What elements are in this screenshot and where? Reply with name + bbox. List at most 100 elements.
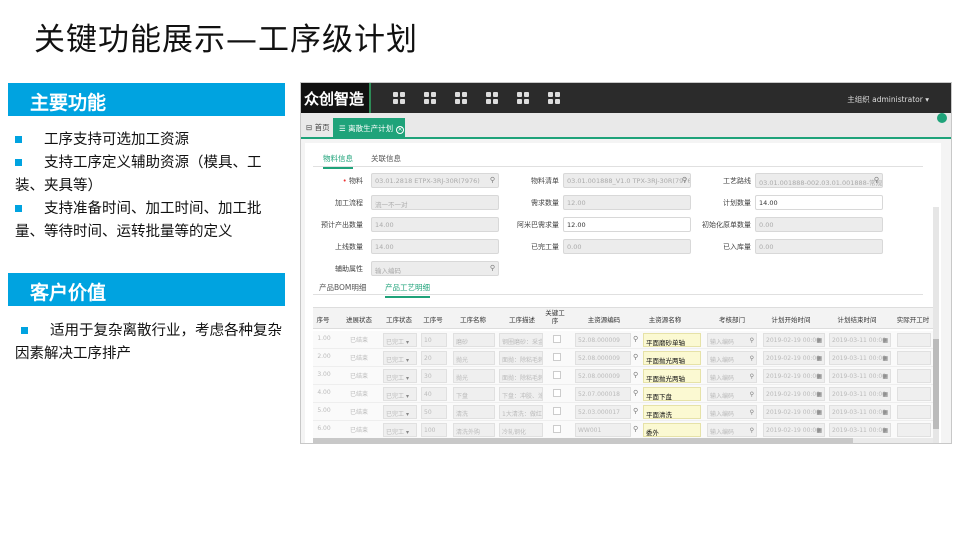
- resource-name-cell[interactable]: 平面下盘: [643, 387, 701, 401]
- tab-material-info[interactable]: 物料信息: [323, 153, 353, 169]
- module-grid-icon[interactable]: [486, 92, 498, 104]
- search-icon[interactable]: ⚲: [633, 425, 638, 433]
- calendar-icon[interactable]: ▦: [816, 427, 822, 434]
- search-icon[interactable]: ⚲: [682, 176, 687, 184]
- search-icon[interactable]: ⚲: [490, 264, 495, 272]
- actual-start-cell[interactable]: [897, 333, 931, 347]
- resource-name-cell[interactable]: 平面抛光两轴: [643, 351, 701, 365]
- process-field[interactable]: 流一不一对: [371, 195, 499, 210]
- search-icon[interactable]: ⚲: [633, 353, 638, 361]
- search-icon[interactable]: ⚲: [750, 373, 754, 380]
- calendar-icon[interactable]: ▦: [882, 373, 888, 380]
- bom-field[interactable]: 03.01.001888_V1.0 TPX-3RJ-30R(7976) ⚲: [563, 173, 691, 188]
- actual-start-cell[interactable]: [897, 423, 931, 437]
- done-qty-field[interactable]: 0.00: [563, 239, 691, 254]
- resource-code-cell[interactable]: 52.07.000018: [575, 387, 631, 401]
- tab-scroll-indicator[interactable]: [937, 113, 947, 123]
- table-row[interactable]: 1.00 已结束 已完工 ▾ 10 磨砂 钢圈磨砂：采金 52.08.000009 ⚲ 平面磨砂…: [313, 331, 933, 349]
- table-row[interactable]: 4.00 已结束 已完工 ▾ 40 下盘 下盘：冲胶、涂 52.07.000018 ⚲ 平面下盘…: [313, 385, 933, 403]
- process-name-cell[interactable]: 磨砂: [453, 333, 495, 347]
- process-desc-cell[interactable]: 1大清洗：做红: [499, 405, 543, 419]
- status-select[interactable]: 已完工 ▾: [383, 333, 417, 347]
- resource-code-cell[interactable]: 52.08.000009: [575, 351, 631, 365]
- plan-end-cell[interactable]: 2019-03-11 00:00▦: [829, 405, 891, 419]
- table-row[interactable]: 2.00 已结束 已完工 ▾ 20 抛光 面抛：除粘毛刺 52.08.000009 ⚲ 平面抛光…: [313, 349, 933, 367]
- dept-cell[interactable]: 输入编码⚲: [707, 369, 757, 383]
- actual-start-cell[interactable]: [897, 351, 931, 365]
- process-no-cell[interactable]: 10: [421, 333, 447, 347]
- amoeba-demand-field[interactable]: 12.00: [563, 217, 691, 232]
- material-field[interactable]: 03.01.2818 ETPX-3RJ-30R(7976) ⚲: [371, 173, 499, 188]
- tab-product-bom[interactable]: 产品BOM明细: [319, 282, 366, 293]
- plan-start-cell[interactable]: 2019-02-19 00:00▦: [763, 351, 825, 365]
- process-no-cell[interactable]: 40: [421, 387, 447, 401]
- resource-code-cell[interactable]: 52.08.000009: [575, 333, 631, 347]
- plan-start-cell[interactable]: 2019-02-19 00:00▦: [763, 405, 825, 419]
- online-qty-field[interactable]: 14.00: [371, 239, 499, 254]
- plan-start-cell[interactable]: 2019-02-19 00:00▦: [763, 333, 825, 347]
- calendar-icon[interactable]: ▦: [816, 355, 822, 362]
- process-no-cell[interactable]: 20: [421, 351, 447, 365]
- module-grid-icon[interactable]: [424, 92, 436, 104]
- plan-end-cell[interactable]: 2019-03-11 00:00▦: [829, 423, 891, 437]
- key-process-checkbox[interactable]: [553, 371, 561, 379]
- search-icon[interactable]: ⚲: [750, 427, 754, 434]
- status-select[interactable]: 已完工 ▾: [383, 423, 417, 437]
- table-row[interactable]: 6.00 已结束 已完工 ▾ 100 清洗外购 冷轧钢化 WW001 ⚲ 委外 输入编码 ⚲ 2019…: [313, 421, 933, 439]
- calendar-icon[interactable]: ▦: [816, 391, 822, 398]
- stored-qty-field[interactable]: 0.00: [755, 239, 883, 254]
- module-grid-icon[interactable]: [517, 92, 529, 104]
- tab-product-process[interactable]: 产品工艺明细: [385, 282, 430, 298]
- dept-cell[interactable]: 输入编码⚲: [707, 423, 757, 437]
- process-no-cell[interactable]: 30: [421, 369, 447, 383]
- init-qty-field[interactable]: 0.00: [755, 217, 883, 232]
- search-icon[interactable]: ⚲: [750, 337, 754, 344]
- process-desc-cell[interactable]: 钢圈磨砂：采金: [499, 333, 543, 347]
- tab-home[interactable]: ⊟ 首页: [306, 122, 330, 133]
- search-icon[interactable]: ⚲: [633, 389, 638, 397]
- plan-end-cell[interactable]: 2019-03-11 00:00▦: [829, 333, 891, 347]
- search-icon[interactable]: ⚲: [633, 371, 638, 379]
- status-select[interactable]: 已完工 ▾: [383, 369, 417, 383]
- calendar-icon[interactable]: ▦: [816, 337, 822, 344]
- process-desc-cell[interactable]: 面抛：除粘毛刺: [499, 351, 543, 365]
- status-select[interactable]: 已完工 ▾: [383, 387, 417, 401]
- plan-start-cell[interactable]: 2019-02-19 00:00▦: [763, 369, 825, 383]
- search-icon[interactable]: ⚲: [490, 176, 495, 184]
- plan-end-cell[interactable]: 2019-03-11 00:00▦: [829, 369, 891, 383]
- key-process-checkbox[interactable]: [553, 389, 561, 397]
- process-name-cell[interactable]: 清洗外购: [453, 423, 495, 437]
- module-grid-icon[interactable]: [548, 92, 560, 104]
- plan-qty-field[interactable]: 14.00: [755, 195, 883, 210]
- resource-name-cell[interactable]: 平面磨砂单轴: [643, 333, 701, 347]
- horizontal-scrollbar[interactable]: [313, 438, 933, 443]
- aux-attr-field[interactable]: 输入编码 ⚲: [371, 261, 499, 276]
- module-grid-icon[interactable]: [393, 92, 405, 104]
- key-process-checkbox[interactable]: [553, 425, 561, 433]
- calendar-icon[interactable]: ▦: [882, 337, 888, 344]
- resource-name-cell[interactable]: 平面清洗: [643, 405, 701, 419]
- dept-cell[interactable]: 输入编码⚲: [707, 405, 757, 419]
- table-row[interactable]: 5.00 已结束 已完工 ▾ 50 清洗 1大清洗：做红 52.03.000017 ⚲ 平面清洗…: [313, 403, 933, 421]
- process-desc-cell[interactable]: 下盘：冲胶、涂: [499, 387, 543, 401]
- demand-field[interactable]: 12.00: [563, 195, 691, 210]
- search-icon[interactable]: ⚲: [633, 443, 638, 444]
- key-process-checkbox[interactable]: [553, 443, 561, 444]
- plan-start-cell[interactable]: 2019-02-19 00:00▦: [763, 423, 825, 437]
- resource-code-cell[interactable]: WW001: [575, 423, 631, 437]
- process-no-cell[interactable]: 50: [421, 405, 447, 419]
- tab-related-info[interactable]: 关联信息: [371, 153, 401, 164]
- process-name-cell[interactable]: 下盘: [453, 387, 495, 401]
- process-desc-cell[interactable]: 冷轧钢化: [499, 423, 543, 437]
- dept-cell[interactable]: 输入编码⚲: [707, 387, 757, 401]
- calendar-icon[interactable]: ▦: [816, 409, 822, 416]
- tab-discrete-production-plan[interactable]: ☰ 离散生产计划 ×: [333, 118, 405, 139]
- search-icon[interactable]: ⚲: [633, 407, 638, 415]
- resource-name-cell[interactable]: 委外: [643, 423, 701, 437]
- resource-code-cell[interactable]: 52.03.000017: [575, 405, 631, 419]
- search-icon[interactable]: ⚲: [874, 176, 879, 184]
- key-process-checkbox[interactable]: [553, 353, 561, 361]
- resource-code-cell[interactable]: 52.08.000009: [575, 369, 631, 383]
- plan-end-cell[interactable]: 2019-03-11 00:00▦: [829, 351, 891, 365]
- plan-start-cell[interactable]: 2019-02-19 00:00▦: [763, 387, 825, 401]
